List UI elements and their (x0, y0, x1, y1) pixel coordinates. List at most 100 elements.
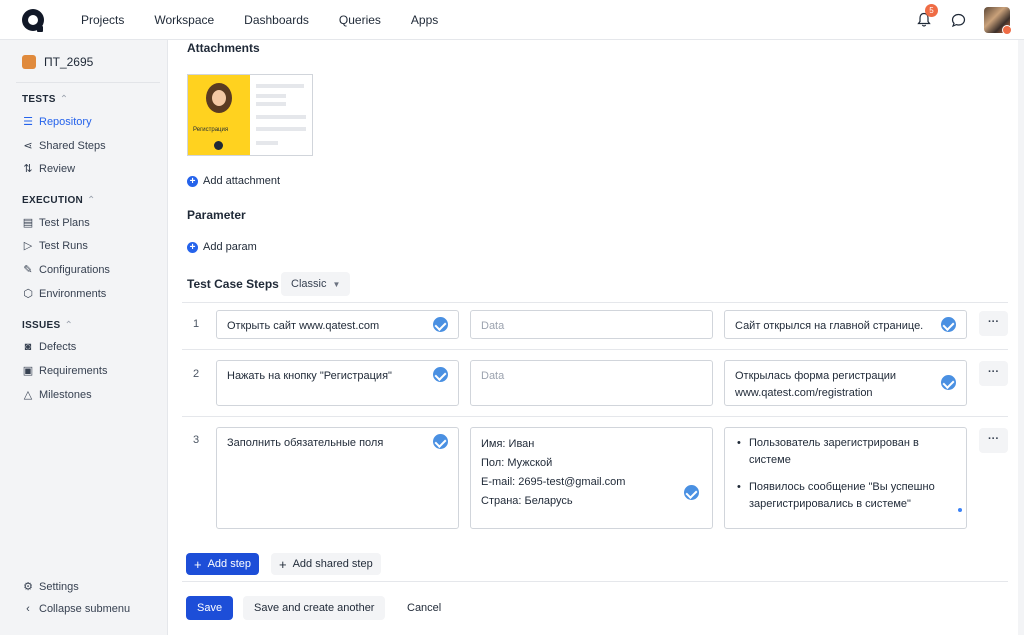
add-shared-step-button[interactable]: + Add shared step (271, 553, 381, 575)
list-icon: ☰ (23, 116, 33, 128)
sidebar-item-requirements[interactable]: ▣ Requirements (22, 364, 108, 378)
nav-workspace[interactable]: Workspace (139, 13, 229, 27)
step-1-action-field[interactable]: Открыть сайт www.qatest.com (216, 310, 459, 339)
notifications-button[interactable]: 5 (917, 4, 938, 28)
top-nav: Projects Workspace Dashboards Queries Ap… (66, 13, 453, 27)
step-number: 3 (193, 434, 200, 446)
step-3-more-button[interactable]: ··· (979, 428, 1008, 453)
chevron-up-icon: ⌃ (87, 195, 96, 206)
sidebar-item-environments[interactable]: ⬡ Environments (22, 287, 107, 301)
add-step-label: Add step (207, 558, 252, 570)
step-data-line: E-mail: 2695-test@gmail.com (481, 476, 626, 488)
step-2-more-button[interactable]: ··· (979, 361, 1008, 386)
step-1-data-field[interactable]: Data (470, 310, 713, 339)
chevron-up-icon: ⌃ (59, 94, 69, 105)
save-button[interactable]: Save (186, 596, 234, 620)
sidebar-item-review[interactable]: ⇅ Review (22, 162, 75, 176)
row-divider (182, 349, 1008, 350)
sidebar-item-test-plans[interactable]: ▤ Test Plans (22, 216, 90, 230)
sidebar-item-settings[interactable]: ⚙ Settings (22, 580, 79, 594)
step-1-more-button[interactable]: ··· (979, 311, 1008, 336)
share-icon: ⋖ (23, 140, 33, 152)
sidebar-item-label: Requirements (39, 364, 108, 377)
section-execution[interactable]: EXECUTION ⌃ (22, 195, 96, 206)
chat-button[interactable] (951, 13, 966, 28)
expected-list: Пользователь зарегистрирован в системе П… (735, 435, 956, 513)
topbar-actions: 5 (917, 0, 1012, 40)
step-2-action-field[interactable]: Нажать на кнопку "Регистрация" (216, 360, 459, 406)
add-attachment-button[interactable]: + Add attachment (187, 175, 280, 187)
sidebar-item-label: Shared Steps (39, 139, 106, 152)
project-selector[interactable]: ПТ_2695 (22, 55, 93, 69)
nav-projects[interactable]: Projects (66, 13, 139, 27)
sidebar-item-label: Defects (39, 341, 77, 353)
caret-down-icon: ▼ (332, 279, 341, 289)
nav-dashboards[interactable]: Dashboards (229, 13, 324, 27)
pull-request-icon: ⇅ (23, 163, 33, 175)
sidebar-item-label: Test Plans (39, 216, 90, 229)
step-action-text: Открыть сайт www.qatest.com (227, 320, 380, 332)
step-2-expected-field[interactable]: Открылась форма регистрации www.qatest.c… (724, 360, 967, 406)
add-attachment-label: Add attachment (203, 175, 281, 187)
sidebar-item-repository[interactable]: ☰ Repository (22, 115, 92, 129)
steps-mode-select[interactable]: Classic ▼ (281, 272, 351, 296)
sidebar-item-label: Environments (39, 287, 107, 300)
app-logo[interactable] (22, 8, 44, 32)
save-and-create-another-button[interactable]: Save and create another (243, 596, 386, 620)
footer-divider (182, 581, 1008, 582)
nav-queries[interactable]: Queries (324, 13, 396, 27)
project-icon (22, 55, 36, 69)
plus-circle-icon: + (187, 241, 198, 253)
check-circle-icon (941, 375, 956, 390)
avatar-illustration (206, 83, 232, 113)
cancel-button[interactable]: Cancel (399, 596, 449, 620)
sidebar-item-test-runs[interactable]: ▷ Test Runs (22, 239, 88, 253)
step-1-expected-field[interactable]: Сайт открылся на главной странице. (724, 310, 967, 339)
check-circle-icon (433, 367, 448, 382)
thumbnail-form-preview (250, 75, 312, 155)
plus-icon: + (194, 556, 202, 572)
step-3-data-field[interactable]: Имя: Иван Пол: Мужской E-mail: 2695-test… (470, 427, 713, 529)
step-3-action-field[interactable]: Заполнить обязательные поля (216, 427, 459, 529)
step-number: 1 (193, 318, 200, 330)
step-expected-text: Открылась форма регистрации (735, 370, 897, 382)
sidebar-item-defects[interactable]: ◙ Defects (22, 341, 77, 353)
wrench-icon: ✎ (23, 264, 33, 276)
step-data-line: Страна: Беларусь (481, 495, 573, 507)
row-divider (182, 302, 1008, 303)
sidebar-item-label: Configurations (39, 263, 110, 276)
triangle-icon: △ (23, 389, 33, 401)
step-expected-text: Сайт открылся на главной странице. (735, 320, 924, 332)
attachment-thumbnail[interactable]: Регистрация (187, 74, 313, 156)
arrow-circle-icon (214, 141, 223, 150)
row-divider (182, 416, 1008, 417)
user-avatar[interactable] (984, 7, 1012, 35)
add-shared-step-label: Add shared step (292, 558, 373, 570)
nav-apps[interactable]: Apps (396, 13, 453, 27)
add-param-button[interactable]: + Add param (187, 241, 257, 253)
plus-icon: + (279, 556, 287, 572)
sidebar-item-milestones[interactable]: △ Milestones (22, 388, 92, 402)
sidebar-item-label: Settings (39, 580, 79, 593)
section-issues[interactable]: ISSUES ⌃ (22, 320, 73, 331)
step-data-line: Пол: Мужской (481, 457, 553, 469)
check-circle-icon (941, 317, 956, 332)
sidebar-item-label: Test Runs (39, 239, 88, 252)
resize-handle[interactable] (958, 508, 962, 512)
notification-count-badge: 5 (925, 4, 938, 17)
add-step-button[interactable]: + Add step (186, 553, 260, 575)
steps-title: Test Case Steps (187, 277, 279, 291)
step-action-text: Заполнить обязательные поля (227, 437, 384, 449)
top-bar: Projects Workspace Dashboards Queries Ap… (0, 0, 1024, 40)
collapse-submenu-button[interactable]: ‹ Collapse submenu (22, 603, 130, 615)
sidebar-item-shared-steps[interactable]: ⋖ Shared Steps (22, 139, 106, 153)
section-execution-label: EXECUTION (22, 195, 84, 206)
section-tests[interactable]: TESTS ⌃ (22, 94, 68, 105)
sidebar-item-configurations[interactable]: ✎ Configurations (22, 263, 110, 277)
step-3-expected-field[interactable]: Пользователь зарегистрирован в системе П… (724, 427, 967, 529)
list-item: Появилось сообщение "Вы успешно зарегист… (735, 479, 956, 513)
chevron-up-icon: ⌃ (64, 320, 74, 331)
step-data-line: Имя: Иван (481, 438, 535, 450)
play-icon: ▷ (23, 240, 33, 252)
step-2-data-field[interactable]: Data (470, 360, 713, 406)
